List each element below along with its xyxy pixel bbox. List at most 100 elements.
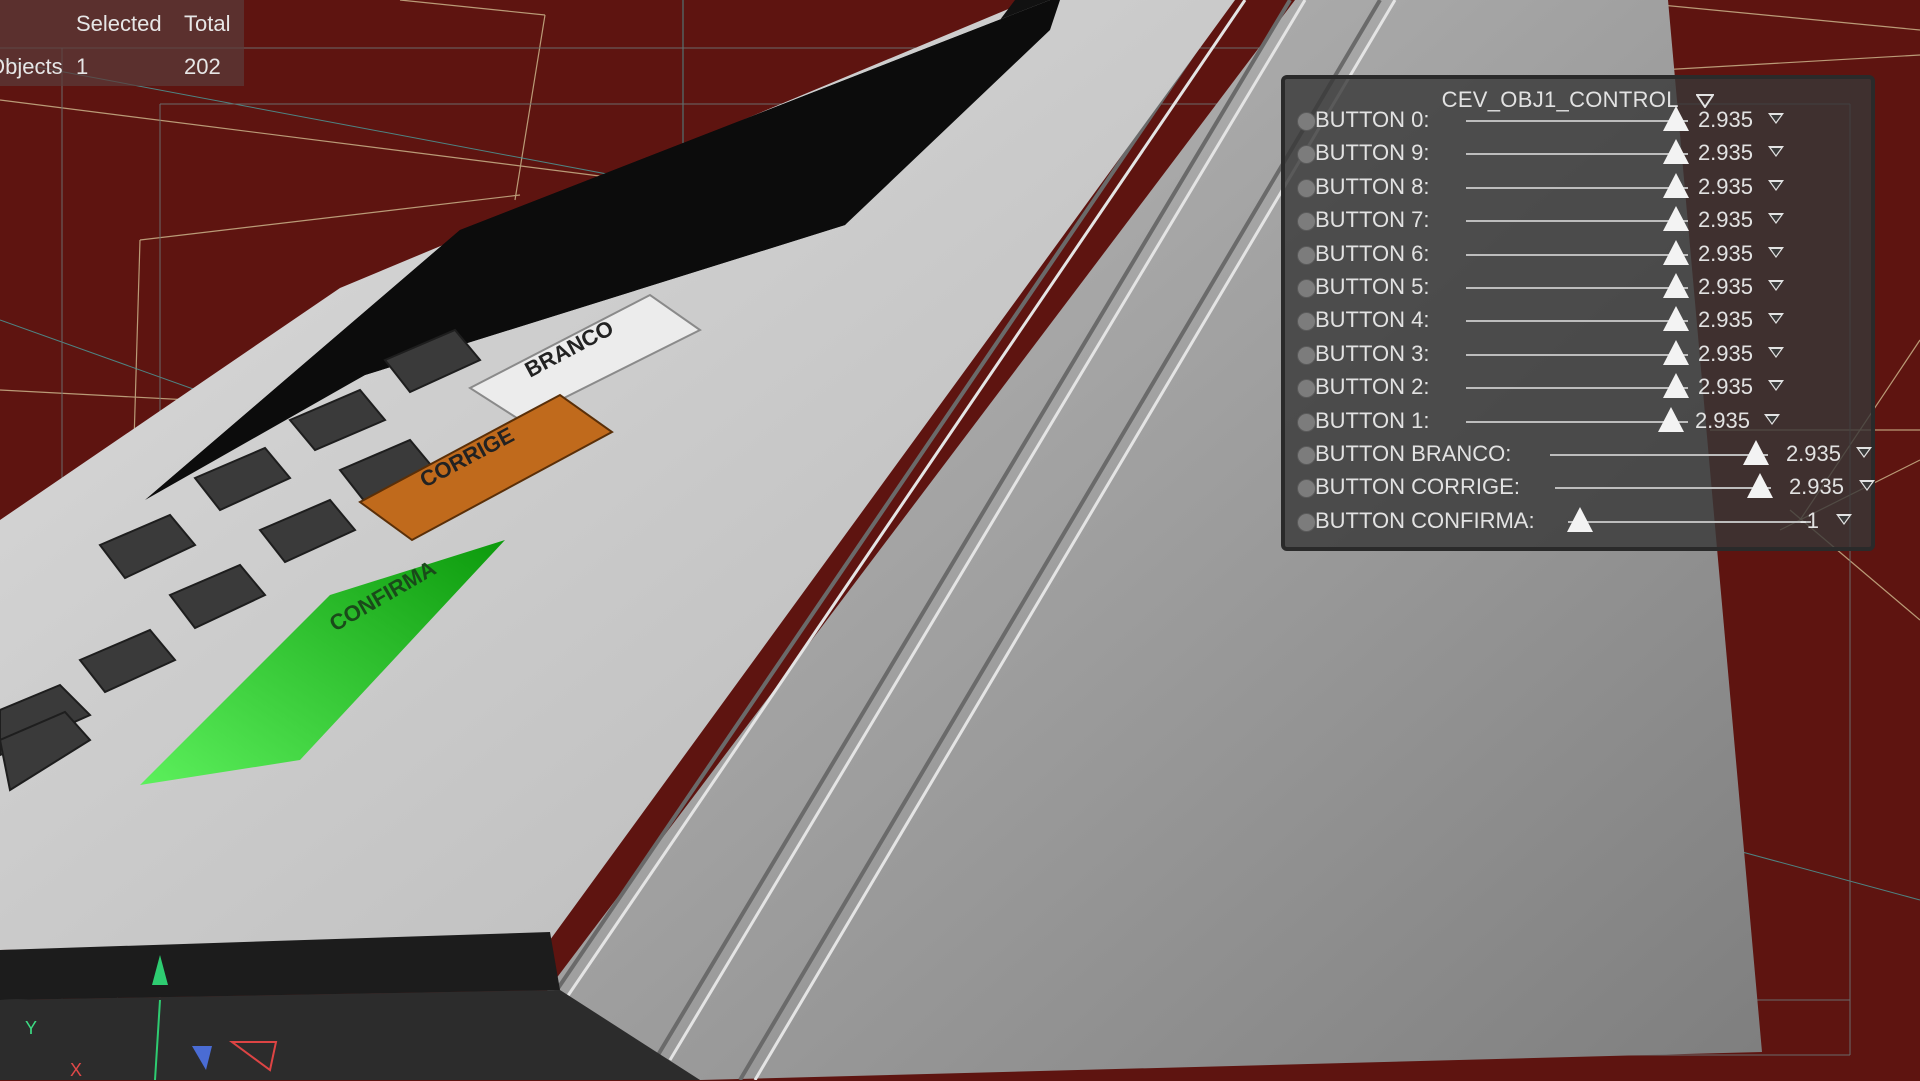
stats-selected-count: 1 — [76, 54, 89, 79]
attribute-row[interactable]: BUTTON CONFIRMA: -1 — [1293, 505, 1863, 535]
attribute-label: BUTTON 9: — [1315, 140, 1430, 166]
slider-track[interactable] — [1466, 153, 1688, 156]
chevron-down-icon[interactable] — [1856, 447, 1872, 458]
attribute-value[interactable]: 2.935 — [1698, 274, 1753, 300]
slider-track[interactable] — [1568, 520, 1811, 523]
attribute-label: BUTTON 0: — [1315, 107, 1430, 132]
slider-handle[interactable] — [1663, 339, 1689, 365]
stats-header-selected: Selected — [76, 11, 162, 36]
attribute-row[interactable]: BUTTON 4: 2.935 — [1293, 304, 1863, 334]
attribute-value[interactable]: 2.935 — [1698, 207, 1753, 233]
chevron-down-icon[interactable] — [1768, 113, 1784, 124]
attribute-value[interactable]: 2.935 — [1695, 408, 1750, 434]
attribute-label: BUTTON 6: — [1315, 240, 1430, 266]
keyframe-dot-icon[interactable] — [1297, 245, 1316, 265]
slider-handle[interactable] — [1663, 273, 1689, 298]
slider-handle[interactable] — [1658, 406, 1684, 432]
axis-y-label: Y — [25, 1018, 38, 1038]
attribute-label: BUTTON 5: — [1315, 274, 1430, 299]
keyframe-dot-icon[interactable] — [1297, 145, 1316, 165]
slider-track[interactable] — [1550, 454, 1768, 456]
attribute-value[interactable]: 2.935 — [1698, 374, 1753, 400]
slider-handle[interactable] — [1663, 239, 1689, 265]
keyframe-dot-icon[interactable] — [1297, 279, 1316, 298]
slider-track[interactable] — [1466, 186, 1688, 189]
chevron-down-icon[interactable] — [1836, 513, 1852, 525]
chevron-down-icon[interactable] — [1768, 280, 1784, 291]
keyframe-dot-icon[interactable] — [1297, 512, 1316, 532]
slider-handle[interactable] — [1663, 106, 1689, 131]
slider-track[interactable] — [1466, 420, 1688, 423]
attribute-row[interactable]: BUTTON 3: 2.935 — [1293, 338, 1863, 368]
attribute-row[interactable]: BUTTON 0: 2.935 — [1293, 104, 1863, 134]
chevron-down-icon[interactable] — [1859, 480, 1875, 492]
slider-track[interactable] — [1466, 220, 1688, 223]
chevron-down-icon[interactable] — [1768, 146, 1784, 158]
chevron-down-icon[interactable] — [1764, 413, 1780, 425]
chevron-down-icon[interactable] — [1768, 313, 1784, 325]
attribute-label: BUTTON 1: — [1315, 407, 1430, 433]
slider-track[interactable] — [1466, 320, 1688, 323]
scene-statistics: Selected Total Objects 1 202 — [0, 0, 244, 86]
keyframe-dot-icon[interactable] — [1297, 178, 1316, 198]
keyframe-dot-icon[interactable] — [1297, 379, 1316, 399]
slider-handle[interactable] — [1663, 206, 1689, 232]
attribute-label: BUTTON 8: — [1315, 173, 1430, 199]
attribute-value[interactable]: 2.935 — [1698, 307, 1753, 333]
chevron-down-icon[interactable] — [1768, 179, 1784, 191]
attribute-row[interactable]: BUTTON 7: 2.935 — [1293, 204, 1863, 234]
attribute-value[interactable]: -1 — [1799, 508, 1819, 534]
attribute-label: BUTTON CORRIGE: — [1315, 474, 1520, 500]
attribute-row[interactable]: BUTTON BRANCO: 2.935 — [1293, 438, 1872, 468]
keyframe-dot-icon[interactable] — [1297, 479, 1316, 499]
attribute-row[interactable]: BUTTON 5: 2.935 — [1293, 271, 1863, 301]
attribute-value[interactable]: 2.935 — [1789, 474, 1844, 500]
chevron-down-icon[interactable] — [1768, 213, 1784, 225]
keyframe-dot-icon[interactable] — [1297, 112, 1316, 131]
chevron-down-icon[interactable] — [1768, 380, 1784, 392]
attribute-row[interactable]: BUTTON 2: 2.935 — [1293, 371, 1863, 401]
attribute-value[interactable]: 2.935 — [1698, 341, 1753, 367]
slider-track[interactable] — [1466, 287, 1688, 289]
attribute-value[interactable]: 2.935 — [1698, 241, 1753, 267]
attribute-value[interactable]: 2.935 — [1698, 107, 1753, 133]
stats-row-label: Objects — [0, 54, 63, 79]
attribute-row[interactable]: BUTTON 9: 2.935 — [1293, 137, 1863, 167]
control-panel[interactable]: CEV_OBJ1_CONTROL BUTTON 0: 2.935 BUTTON 9:… — [1281, 75, 1875, 551]
keyframe-dot-icon[interactable] — [1297, 345, 1316, 365]
attribute-label: BUTTON 3: — [1315, 340, 1430, 366]
attribute-row[interactable]: BUTTON 1: 2.935 — [1293, 405, 1863, 435]
slider-handle[interactable] — [1567, 506, 1593, 532]
attribute-label: BUTTON CONFIRMA: — [1315, 507, 1535, 533]
slider-track[interactable] — [1555, 487, 1771, 490]
slider-track[interactable] — [1466, 253, 1688, 256]
attribute-value[interactable]: 2.935 — [1786, 441, 1841, 467]
attribute-row[interactable]: BUTTON 8: 2.935 — [1293, 171, 1863, 201]
attribute-value[interactable]: 2.935 — [1698, 140, 1753, 166]
slider-handle[interactable] — [1663, 139, 1689, 165]
attribute-row[interactable]: BUTTON CORRIGE: 2.935 — [1293, 471, 1875, 501]
keyframe-dot-icon[interactable] — [1297, 446, 1316, 465]
stats-header-total: Total — [184, 11, 231, 36]
slider-handle[interactable] — [1663, 172, 1689, 198]
slider-track[interactable] — [1466, 120, 1688, 122]
attribute-label: BUTTON 7: — [1315, 207, 1430, 233]
axis-x-label: X — [70, 1060, 83, 1080]
slider-track[interactable] — [1466, 387, 1688, 390]
slider-track[interactable] — [1466, 353, 1688, 356]
chevron-down-icon[interactable] — [1768, 346, 1784, 358]
attribute-label: BUTTON BRANCO: — [1315, 441, 1512, 466]
attribute-label: BUTTON 4: — [1315, 307, 1430, 333]
slider-handle[interactable] — [1747, 473, 1773, 499]
keyframe-dot-icon[interactable] — [1297, 212, 1316, 232]
slider-handle[interactable] — [1743, 440, 1769, 465]
slider-handle[interactable] — [1663, 373, 1689, 399]
slider-handle[interactable] — [1663, 306, 1689, 332]
keyframe-dot-icon[interactable] — [1297, 412, 1316, 432]
attribute-label: BUTTON 2: — [1315, 374, 1430, 400]
stats-total-count: 202 — [184, 54, 221, 79]
chevron-down-icon[interactable] — [1768, 246, 1784, 258]
keyframe-dot-icon[interactable] — [1297, 312, 1316, 332]
attribute-row[interactable]: BUTTON 6: 2.935 — [1293, 238, 1863, 268]
attribute-value[interactable]: 2.935 — [1698, 174, 1753, 200]
